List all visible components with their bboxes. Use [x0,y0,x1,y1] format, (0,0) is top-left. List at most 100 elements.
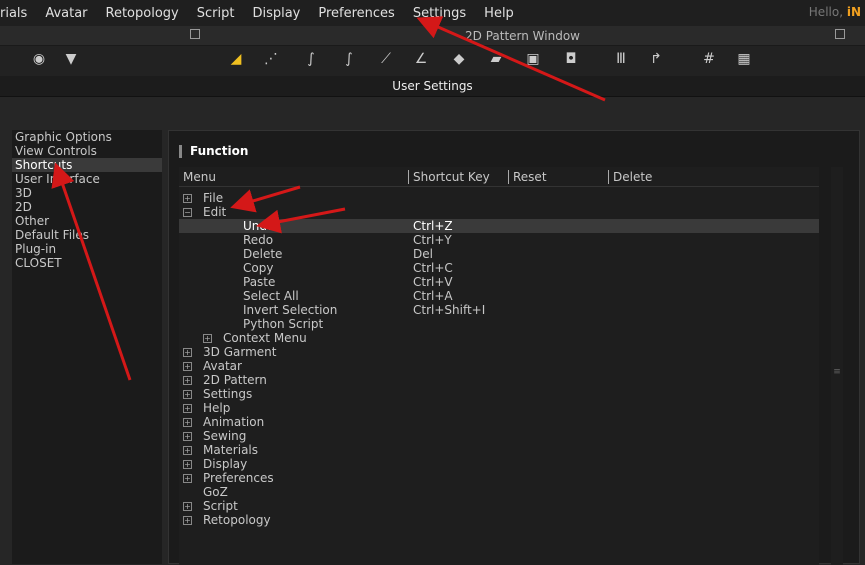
column-menu[interactable]: Menu [183,170,216,184]
tree-row[interactable]: Delete Del [179,247,819,261]
vertical-scrollbar[interactable]: ≡ [831,167,843,565]
expand-icon[interactable]: + [203,334,212,343]
curve-point-icon[interactable]: ∫ [300,51,322,71]
row-label: Copy [243,261,274,275]
grid-select-icon[interactable]: # [698,51,720,71]
row-label: 2D Pattern [203,373,267,387]
category-item[interactable]: View Controls [12,144,162,158]
shortcut-key[interactable]: Ctrl+Z [413,219,453,233]
point-edit-icon[interactable]: ⋰ [260,51,282,71]
tree-row[interactable]: + Context Menu [179,331,819,345]
user-name[interactable]: iN [847,5,861,19]
shortcut-key[interactable]: Ctrl+C [413,261,453,275]
tree-row[interactable]: + Script [179,499,819,513]
expand-icon[interactable]: + [183,418,192,427]
menu-retopology[interactable]: Retopology [106,6,179,21]
column-shortcut-key[interactable]: Shortcut Key [408,170,490,184]
tree-row[interactable]: +3D Garment [179,345,819,359]
polygon-icon[interactable]: ∠ [410,51,432,71]
shortcut-key[interactable]: Ctrl+A [413,289,453,303]
select-tool-icon[interactable]: ◢ [225,51,247,71]
transform-icon[interactable]: ◆ [448,51,470,71]
pattern-window-title: 2D Pattern Window [465,29,580,43]
tree-row[interactable]: Copy Ctrl+C [179,261,819,275]
tree-row[interactable]: Python Script [179,317,819,331]
avatar-tool-icon[interactable]: ◉ [28,51,50,71]
tree-row[interactable]: + Preferences [179,471,819,485]
expand-icon[interactable]: + [183,460,192,469]
category-item[interactable]: 2D [12,200,162,214]
category-item[interactable]: 3D [12,186,162,200]
rect-pattern-icon[interactable]: ▣ [522,51,544,71]
pleat-icon[interactable]: ↱ [645,51,667,71]
tree-row[interactable]: + Avatar [179,359,819,373]
tree-row[interactable]: + Retopology [179,513,819,527]
menu-display[interactable]: Display [252,6,300,21]
expand-icon[interactable]: + [183,432,192,441]
menu-script[interactable]: Script [197,6,235,21]
tree-row[interactable]: + Display [179,457,819,471]
tree-row[interactable]: + File [179,191,819,205]
shortcut-key[interactable]: Del [413,247,433,261]
tree-row[interactable]: GoZ [179,485,819,499]
tree-row[interactable]: + Animation [179,415,819,429]
row-label: Undo [243,219,275,233]
internal-shape-icon[interactable]: ◘ [560,51,582,71]
category-item[interactable]: Graphic Options [12,130,162,144]
expand-icon[interactable]: + [183,376,192,385]
row-label: Settings [203,387,253,401]
expand-icon[interactable]: + [183,502,192,511]
expand-icon[interactable]: + [183,348,192,357]
tree-row[interactable]: +2D Pattern [179,373,819,387]
popout-icon[interactable] [835,29,845,39]
grid-icon[interactable]: ▦ [733,51,755,71]
menu-preferences[interactable]: Preferences [318,6,394,21]
category-item[interactable]: CLOSET [12,256,162,270]
tree-row[interactable]: Undo Ctrl+Z [179,219,819,233]
menu-settings[interactable]: Settings [413,6,466,21]
fold-icon[interactable]: Ⅲ [610,51,632,71]
tree-row[interactable]: Redo Ctrl+Y [179,233,819,247]
pattern-icon[interactable]: ▰ [485,51,507,71]
expand-icon[interactable]: + [183,516,192,525]
tree-row[interactable]: + Help [179,401,819,415]
expand-icon[interactable]: + [183,362,192,371]
collapse-icon[interactable]: − [183,208,192,217]
toolbar: ◉ ▼ ◢ ⋰ ∫ ∫ ⟋ ∠ ◆ ▰ ▣ ◘ Ⅲ ↱ # ▦ [0,46,865,76]
tree-row[interactable]: − Edit [179,205,819,219]
category-list: Graphic Options View Controls Shortcuts Use… [12,130,162,564]
column-delete[interactable]: Delete [608,170,652,184]
row-label: Edit [203,205,227,219]
user-settings-dialog: Graphic Options View Controls Shortcuts Use… [0,96,865,565]
column-reset[interactable]: Reset [508,170,547,184]
shortcut-key[interactable]: Ctrl+Shift+I [413,303,485,317]
category-item[interactable]: Shortcuts [12,158,162,172]
tree-header: Menu Shortcut Key Reset Delete [179,167,819,187]
category-item[interactable]: Plug-in [12,242,162,256]
row-label: Python Script [243,317,324,331]
expand-icon[interactable]: + [183,474,192,483]
expand-icon[interactable]: + [183,446,192,455]
tree-row[interactable]: Select All Ctrl+A [179,289,819,303]
shortcut-key[interactable]: Ctrl+V [413,275,453,289]
popout-icon[interactable] [190,29,200,39]
menu-avatar[interactable]: Avatar [45,6,87,21]
tree-row[interactable]: + Settings [179,387,819,401]
garment-tool-icon[interactable]: ▼ [60,51,82,71]
expand-icon[interactable]: + [183,390,192,399]
category-item[interactable]: User Interface [12,172,162,186]
bezier-icon[interactable]: ∫ [338,51,360,71]
category-item[interactable]: Default Files [12,228,162,242]
expand-icon[interactable]: + [183,194,192,203]
line-point-icon[interactable]: ⟋ [375,51,397,71]
category-item[interactable]: Other [12,214,162,228]
menu-materials[interactable]: rials [0,6,27,21]
menu-help[interactable]: Help [484,6,514,21]
shortcut-key[interactable]: Ctrl+Y [413,233,452,247]
expand-icon[interactable]: + [183,404,192,413]
function-panel: Function Menu Shortcut Key Reset Delete … [168,130,860,565]
tree-row[interactable]: + Sewing [179,429,819,443]
tree-row[interactable]: Paste Ctrl+V [179,275,819,289]
tree-row[interactable]: + Materials [179,443,819,457]
tree-row[interactable]: Invert Selection Ctrl+Shift+I [179,303,819,317]
